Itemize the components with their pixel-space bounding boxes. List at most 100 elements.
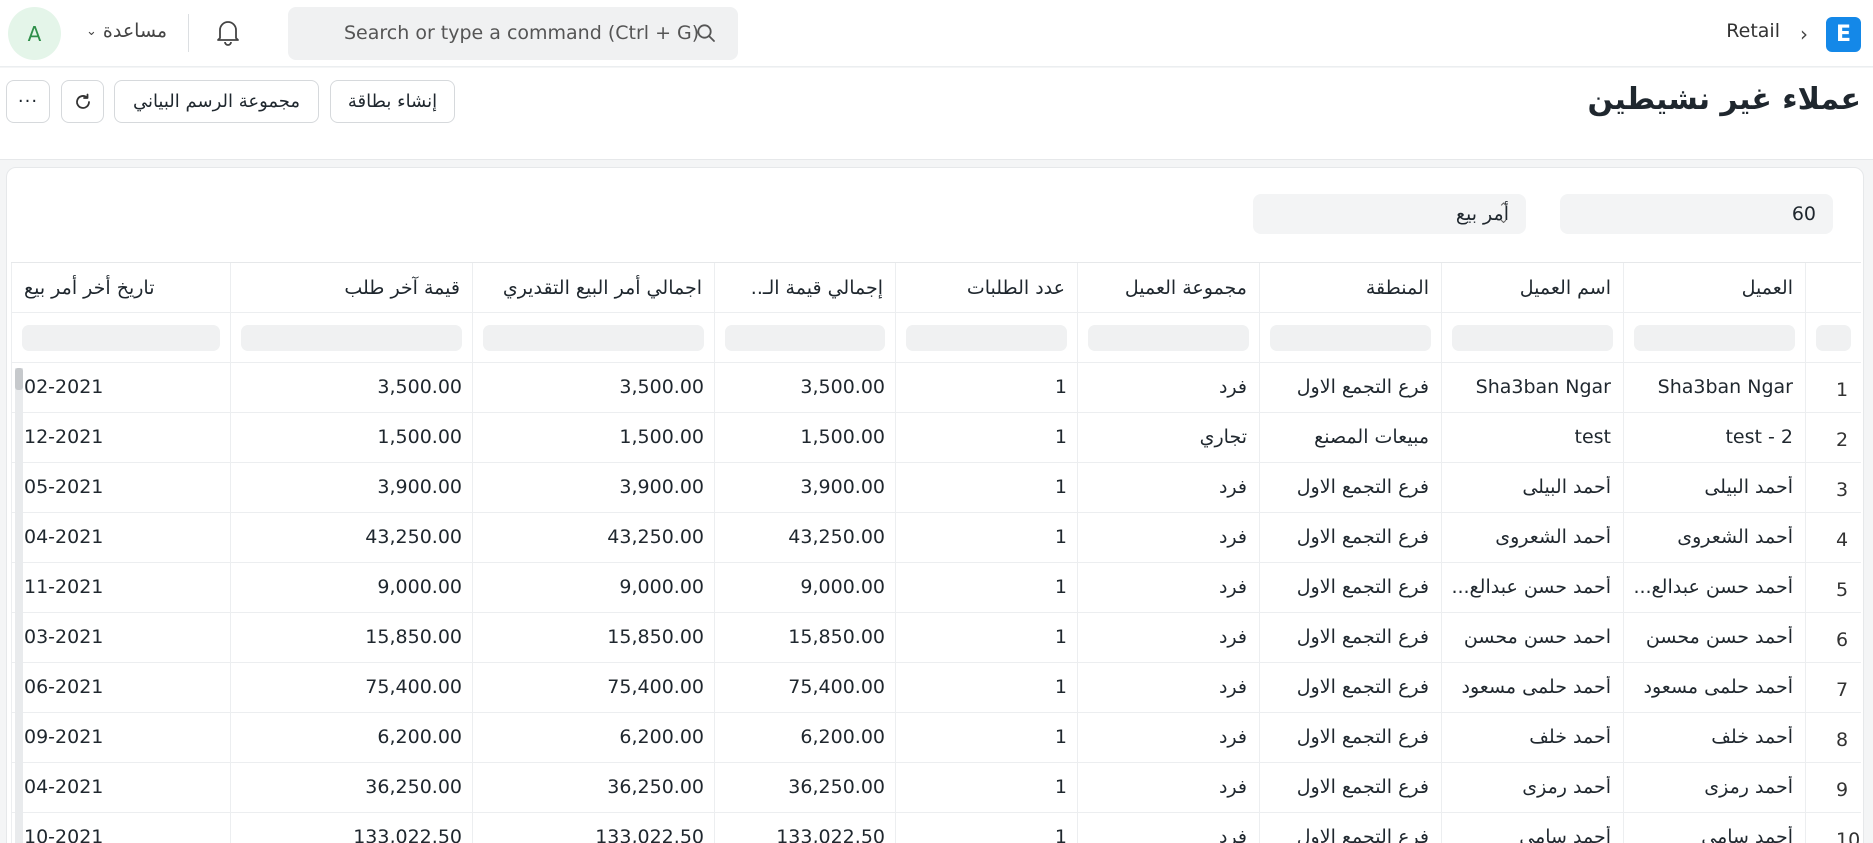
table-cell-territory[interactable]: فرع التجمع الاول xyxy=(1259,613,1441,662)
table-cell-order-count[interactable]: 1 xyxy=(895,713,1077,762)
column-filter-input[interactable] xyxy=(1634,325,1795,351)
table-cell-last-order-date[interactable]: 05-2021 xyxy=(11,463,230,512)
table-cell-last-order-date[interactable]: 09-2021 xyxy=(11,713,230,762)
table-cell-customer[interactable]: أحمد سامى xyxy=(1623,813,1805,843)
table-cell-customer-name[interactable]: أحمد سامى xyxy=(1441,813,1623,843)
column-header-estimated-total[interactable]: اجمالي أمر البيع التقديري xyxy=(472,263,714,312)
column-header-customer-group[interactable]: مجموعة العميل xyxy=(1077,263,1259,312)
table-cell-customer-group[interactable]: فرد xyxy=(1077,613,1259,662)
table-cell-total-value[interactable]: 15,850.00 xyxy=(714,613,895,662)
table-cell-last-order-date[interactable]: 04-2021 xyxy=(11,763,230,812)
table-cell-last-order-date[interactable]: 12-2021 xyxy=(11,413,230,462)
table-cell-customer-name[interactable]: أحمد الشعروى xyxy=(1441,513,1623,562)
table-cell-estimated-total[interactable]: 15,850.00 xyxy=(472,613,714,662)
column-header-total-value[interactable]: إجمالي قيمة الـ.. xyxy=(714,263,895,312)
table-cell-order-count[interactable]: 1 xyxy=(895,663,1077,712)
table-cell-estimated-total[interactable]: 3,900.00 xyxy=(472,463,714,512)
table-cell-customer-name[interactable]: أحمد حلمى مسعود xyxy=(1441,663,1623,712)
table-cell-estimated-total[interactable]: 36,250.00 xyxy=(472,763,714,812)
column-filter-input[interactable] xyxy=(725,325,885,351)
doctype-filter-select[interactable]: أمر بيع ⌃ ⌄ xyxy=(1253,194,1526,234)
column-filter-input[interactable] xyxy=(1088,325,1249,351)
table-cell-order-count[interactable]: 1 xyxy=(895,613,1077,662)
table-cell-estimated-total[interactable]: 6,200.00 xyxy=(472,713,714,762)
table-cell-total-value[interactable]: 3,500.00 xyxy=(714,363,895,412)
scrollbar-thumb[interactable] xyxy=(15,368,23,390)
table-cell-last-order-value[interactable]: 75,400.00 xyxy=(230,663,472,712)
table-cell-order-count[interactable]: 1 xyxy=(895,363,1077,412)
table-cell-total-value[interactable]: 1,500.00 xyxy=(714,413,895,462)
table-cell-last-order-value[interactable]: 3,900.00 xyxy=(230,463,472,512)
table-cell-territory[interactable]: فرع التجمع الاول xyxy=(1259,563,1441,612)
table-cell-total-value[interactable]: 3,900.00 xyxy=(714,463,895,512)
table-cell-last-order-date[interactable]: 06-2021 xyxy=(11,663,230,712)
table-cell-order-count[interactable]: 1 xyxy=(895,413,1077,462)
table-cell-estimated-total[interactable]: 133,022.50 xyxy=(472,813,714,843)
table-cell-customer[interactable]: أحمد الشعروى xyxy=(1623,513,1805,562)
table-cell-customer-group[interactable]: فرد xyxy=(1077,663,1259,712)
table-cell-territory[interactable]: مبيعات المصنع xyxy=(1259,413,1441,462)
search-bar[interactable]: Search or type a command (Ctrl + G) xyxy=(288,7,738,60)
table-cell-customer[interactable]: أحمد حلمى مسعود xyxy=(1623,663,1805,712)
table-cell-total-value[interactable]: 43,250.00 xyxy=(714,513,895,562)
table-cell-total-value[interactable]: 36,250.00 xyxy=(714,763,895,812)
more-menu-button[interactable]: ··· xyxy=(6,80,50,123)
search-input[interactable]: Search or type a command (Ctrl + G) xyxy=(344,22,699,44)
table-cell-customer-name[interactable]: أحمد رمزى xyxy=(1441,763,1623,812)
table-cell-last-order-date[interactable]: 10-2021 xyxy=(11,813,230,843)
avatar[interactable]: A xyxy=(8,7,61,60)
table-cell-order-count[interactable]: 1 xyxy=(895,513,1077,562)
notification-bell-icon[interactable] xyxy=(215,18,241,46)
table-cell-last-order-date[interactable]: 11-2021 xyxy=(11,563,230,612)
column-header-last-order-date[interactable]: تاريخ أخر أمر بيع xyxy=(11,263,230,312)
table-cell-total-value[interactable]: 133,022.50 xyxy=(714,813,895,843)
table-cell-last-order-value[interactable]: 1,500.00 xyxy=(230,413,472,462)
table-cell-customer-group[interactable]: فرد xyxy=(1077,813,1259,843)
refresh-button[interactable] xyxy=(61,80,104,123)
table-cell-customer[interactable]: test - 2 xyxy=(1623,413,1805,462)
table-cell-order-count[interactable]: 1 xyxy=(895,463,1077,512)
column-header-last-order-value[interactable]: قيمة آخر طلب xyxy=(230,263,472,312)
table-cell-estimated-total[interactable]: 75,400.00 xyxy=(472,663,714,712)
chart-group-button[interactable]: مجموعة الرسم البياني xyxy=(114,80,319,123)
table-cell-last-order-value[interactable]: 15,850.00 xyxy=(230,613,472,662)
table-cell-customer-group[interactable]: فرد xyxy=(1077,363,1259,412)
table-cell-last-order-date[interactable]: 03-2021 xyxy=(11,613,230,662)
column-header-customer[interactable]: العميل xyxy=(1623,263,1805,312)
table-cell-customer[interactable]: أحمد البيلى xyxy=(1623,463,1805,512)
table-cell-customer-name[interactable]: test xyxy=(1441,413,1623,462)
table-cell-customer-name[interactable]: احمد حسن محسن xyxy=(1441,613,1623,662)
table-cell-estimated-total[interactable]: 3,500.00 xyxy=(472,363,714,412)
horizontal-scrollbar[interactable] xyxy=(15,368,23,843)
column-filter-input[interactable] xyxy=(1270,325,1431,351)
column-filter-input[interactable] xyxy=(241,325,462,351)
table-cell-order-count[interactable]: 1 xyxy=(895,763,1077,812)
table-cell-customer-group[interactable]: تجاري xyxy=(1077,413,1259,462)
column-header-order-count[interactable]: عدد الطلبات xyxy=(895,263,1077,312)
table-cell-estimated-total[interactable]: 9,000.00 xyxy=(472,563,714,612)
table-cell-last-order-date[interactable]: 04-2021 xyxy=(11,513,230,562)
table-cell-customer[interactable]: أحمد حسن محسن xyxy=(1623,613,1805,662)
table-cell-territory[interactable]: فرع التجمع الاول xyxy=(1259,513,1441,562)
table-cell-last-order-value[interactable]: 6,200.00 xyxy=(230,713,472,762)
table-cell-customer-group[interactable]: فرد xyxy=(1077,463,1259,512)
table-cell-customer-name[interactable]: Sha3ban Ngar xyxy=(1441,363,1623,412)
table-cell-total-value[interactable]: 6,200.00 xyxy=(714,713,895,762)
table-cell-territory[interactable]: فرع التجمع الاول xyxy=(1259,763,1441,812)
column-header-territory[interactable]: المنطقة xyxy=(1259,263,1441,312)
table-cell-customer[interactable]: أحمد رمزى xyxy=(1623,763,1805,812)
table-cell-customer[interactable]: أحمد حسن عبدالع... xyxy=(1623,563,1805,612)
table-cell-last-order-value[interactable]: 9,000.00 xyxy=(230,563,472,612)
table-cell-last-order-value[interactable]: 133,022.50 xyxy=(230,813,472,843)
table-cell-customer[interactable]: Sha3ban Ngar xyxy=(1623,363,1805,412)
create-card-button[interactable]: إنشاء بطاقة xyxy=(330,80,455,123)
table-cell-last-order-value[interactable]: 3,500.00 xyxy=(230,363,472,412)
table-cell-last-order-date[interactable]: 02-2021 xyxy=(11,363,230,412)
table-cell-territory[interactable]: فرع التجمع الاول xyxy=(1259,813,1441,843)
table-cell-estimated-total[interactable]: 43,250.00 xyxy=(472,513,714,562)
app-logo[interactable]: E xyxy=(1826,17,1861,52)
column-filter-input[interactable] xyxy=(22,325,220,351)
column-filter-input[interactable] xyxy=(483,325,704,351)
table-cell-last-order-value[interactable]: 36,250.00 xyxy=(230,763,472,812)
table-cell-total-value[interactable]: 75,400.00 xyxy=(714,663,895,712)
